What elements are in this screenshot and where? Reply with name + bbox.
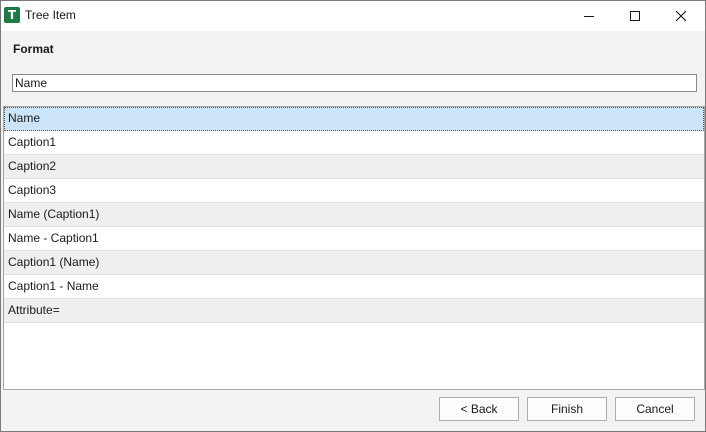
- list-item[interactable]: Name - Caption1: [4, 227, 704, 251]
- maximize-icon: [630, 11, 640, 21]
- cancel-button[interactable]: Cancel: [615, 397, 695, 421]
- format-label: Format: [13, 42, 54, 56]
- list-item[interactable]: Caption1 (Name): [4, 251, 704, 275]
- finish-button[interactable]: Finish: [527, 397, 607, 421]
- title-bar: T Tree Item: [1, 1, 705, 31]
- tree-item-dialog: T Tree Item Format NameCaption1Caption2C…: [0, 0, 706, 432]
- app-icon: T: [4, 7, 20, 23]
- list-item[interactable]: Caption2: [4, 155, 704, 179]
- list-item[interactable]: Caption1: [4, 131, 704, 155]
- back-button[interactable]: < Back: [439, 397, 519, 421]
- maximize-button[interactable]: [612, 1, 658, 31]
- list-item[interactable]: Caption1 - Name: [4, 275, 704, 299]
- list-item[interactable]: Name (Caption1): [4, 203, 704, 227]
- list-item[interactable]: Caption3: [4, 179, 704, 203]
- format-options-list[interactable]: Name Caption1 Caption2 Caption3 Name (Captio…: [3, 106, 705, 390]
- minimize-button[interactable]: [566, 1, 612, 31]
- close-button[interactable]: [658, 1, 704, 31]
- minimize-icon: [584, 16, 594, 17]
- close-icon: [676, 11, 686, 21]
- list-item[interactable]: Name: [4, 107, 704, 131]
- window-title: Tree Item: [25, 8, 76, 22]
- list-item[interactable]: Attribute=: [4, 299, 704, 323]
- format-input[interactable]: [12, 74, 697, 92]
